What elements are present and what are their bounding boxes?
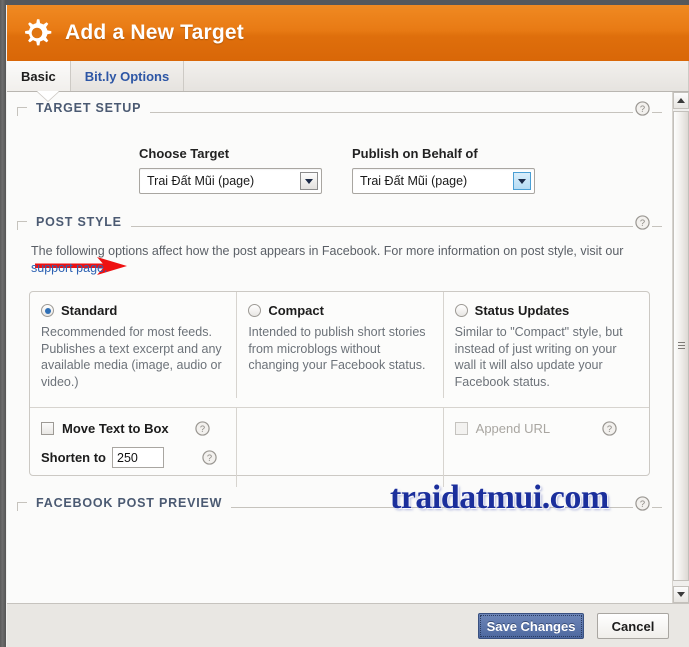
help-icon-post-style[interactable]: ?	[635, 214, 650, 230]
scrollbar-grip-icon	[678, 342, 685, 350]
target-setup-legend: TARGET SETUP	[36, 101, 142, 115]
tab-basic[interactable]: Basic	[7, 61, 71, 91]
extras-col-left: Move Text to Box ? Shorten to ?	[30, 408, 236, 487]
option-standard-title: Standard	[61, 303, 118, 318]
extras-col-middle	[236, 408, 442, 487]
active-tab-pointer-icon	[37, 91, 59, 101]
radio-status-updates[interactable]	[454, 304, 468, 317]
target-setup-legend-row: TARGET SETUP ?	[17, 100, 662, 116]
legend-rule	[150, 111, 633, 113]
vertical-scrollbar[interactable]	[672, 92, 689, 603]
choose-target-label: Choose Target	[139, 146, 230, 161]
help-icon-move-text[interactable]: ?	[195, 421, 210, 436]
svg-text:?: ?	[207, 453, 212, 463]
shorten-to-label: Shorten to	[41, 450, 106, 465]
dialog-add-new-target: Add a New Target Basic Bit.ly Options TA…	[0, 0, 689, 647]
legend-rule	[130, 225, 633, 227]
append-url-row: Append URL ?	[454, 421, 636, 436]
post-style-legend-row: POST STYLE ?	[17, 214, 662, 230]
move-text-to-box-label: Move Text to Box	[62, 421, 169, 436]
tab-bitly-options-label: Bit.ly Options	[84, 68, 170, 84]
option-status-updates-description: Similar to "Compact" style, but instead …	[454, 325, 623, 389]
target-setup-fields: Choose Target Trai Đất Mũi (page) Publis…	[17, 116, 662, 194]
dialog-title-bar: Add a New Target	[7, 5, 689, 61]
legend-rule-end	[652, 506, 662, 508]
help-icon-shorten-to[interactable]: ?	[202, 450, 217, 465]
section-post-style: POST STYLE ? The following options affec…	[17, 214, 662, 277]
dialog-title: Add a New Target	[65, 21, 245, 44]
publish-behalf-chevron-down-icon[interactable]	[513, 172, 531, 190]
cancel-label: Cancel	[611, 618, 655, 634]
legend-corner	[17, 502, 27, 511]
help-icon-target-setup[interactable]: ?	[635, 100, 650, 116]
option-status-updates-header[interactable]: Status Updates	[454, 303, 636, 318]
support-page-link[interactable]: support page.	[31, 261, 107, 275]
legend-corner	[17, 221, 27, 230]
option-compact-header[interactable]: Compact	[248, 303, 429, 318]
publish-behalf-label: Publish on Behalf of	[352, 146, 478, 161]
scroll-down-arrow-icon[interactable]	[673, 586, 689, 603]
post-style-options-box: Standard Recommended for most feeds. Pub…	[29, 291, 650, 487]
shorten-to-input[interactable]	[112, 447, 164, 468]
shorten-to-row: Shorten to ?	[41, 447, 223, 468]
publish-behalf-value: Trai Đất Mũi (page)	[360, 174, 468, 188]
checkbox-move-text-to-box[interactable]	[41, 422, 54, 435]
svg-text:?: ?	[200, 424, 205, 434]
legend-rule-end	[652, 225, 662, 227]
tab-bar: Basic Bit.ly Options	[7, 61, 689, 92]
tab-bar-filler	[184, 61, 689, 91]
choose-target-chevron-down-icon[interactable]	[300, 172, 318, 190]
option-standard-description: Recommended for most feeds. Publishes a …	[41, 325, 222, 389]
publish-behalf-dropdown[interactable]: Trai Đất Mũi (page)	[352, 168, 535, 194]
option-compact[interactable]: Compact Intended to publish short storie…	[236, 292, 442, 398]
post-style-legend: POST STYLE	[36, 215, 122, 229]
option-standard-header[interactable]: Standard	[41, 303, 223, 318]
help-icon-append-url[interactable]: ?	[602, 421, 617, 436]
help-icon-facebook-preview[interactable]: ?	[635, 495, 650, 511]
dialog-footer: Save Changes Cancel	[7, 603, 689, 647]
option-compact-description: Intended to publish short stories from m…	[248, 325, 426, 372]
cancel-button[interactable]: Cancel	[597, 613, 669, 639]
append-url-label: Append URL	[475, 421, 551, 436]
tab-bitly-options[interactable]: Bit.ly Options	[70, 61, 185, 91]
post-style-description-block: The following options affect how the pos…	[31, 243, 639, 277]
move-text-to-box-row[interactable]: Move Text to Box ?	[41, 421, 223, 436]
window-left-edge	[0, 0, 6, 647]
option-standard[interactable]: Standard Recommended for most feeds. Pub…	[30, 292, 236, 398]
scroll-up-arrow-icon[interactable]	[673, 92, 689, 109]
svg-text:?: ?	[640, 103, 645, 113]
svg-text:?: ?	[607, 424, 612, 434]
choose-target-dropdown[interactable]: Trai Đất Mũi (page)	[139, 168, 322, 194]
option-compact-title: Compact	[268, 303, 324, 318]
legend-rule-end	[652, 111, 662, 113]
dialog-body: TARGET SETUP ? Choose Target Trai Đất Mũ…	[7, 92, 672, 603]
radio-standard[interactable]	[41, 304, 54, 317]
legend-corner	[17, 107, 27, 116]
choose-target-value: Trai Đất Mũi (page)	[147, 174, 255, 188]
svg-text:?: ?	[640, 498, 645, 508]
svg-text:?: ?	[640, 217, 645, 227]
facebook-preview-legend: FACEBOOK POST PREVIEW	[36, 496, 223, 510]
save-changes-label: Save Changes	[486, 618, 576, 634]
section-target-setup: TARGET SETUP ? Choose Target Trai Đất Mũ…	[17, 100, 662, 194]
gear-icon	[25, 19, 52, 46]
checkbox-append-url	[454, 422, 468, 435]
option-status-updates-title: Status Updates	[474, 303, 570, 318]
extras-col-right: Append URL ?	[442, 408, 649, 487]
radio-compact[interactable]	[248, 304, 262, 317]
post-style-extras-row: Move Text to Box ? Shorten to ?	[30, 407, 649, 487]
option-status-updates[interactable]: Status Updates Similar to "Compact" styl…	[442, 292, 649, 398]
scrollbar-thumb[interactable]	[673, 111, 689, 581]
post-style-radio-row: Standard Recommended for most feeds. Pub…	[30, 292, 649, 398]
post-style-description: The following options affect how the pos…	[31, 244, 624, 258]
section-facebook-preview: FACEBOOK POST PREVIEW ?	[17, 495, 662, 511]
tab-basic-label: Basic	[21, 68, 56, 84]
facebook-preview-legend-row: FACEBOOK POST PREVIEW ?	[17, 495, 662, 511]
save-changes-button[interactable]: Save Changes	[478, 613, 584, 639]
legend-rule	[231, 506, 633, 508]
